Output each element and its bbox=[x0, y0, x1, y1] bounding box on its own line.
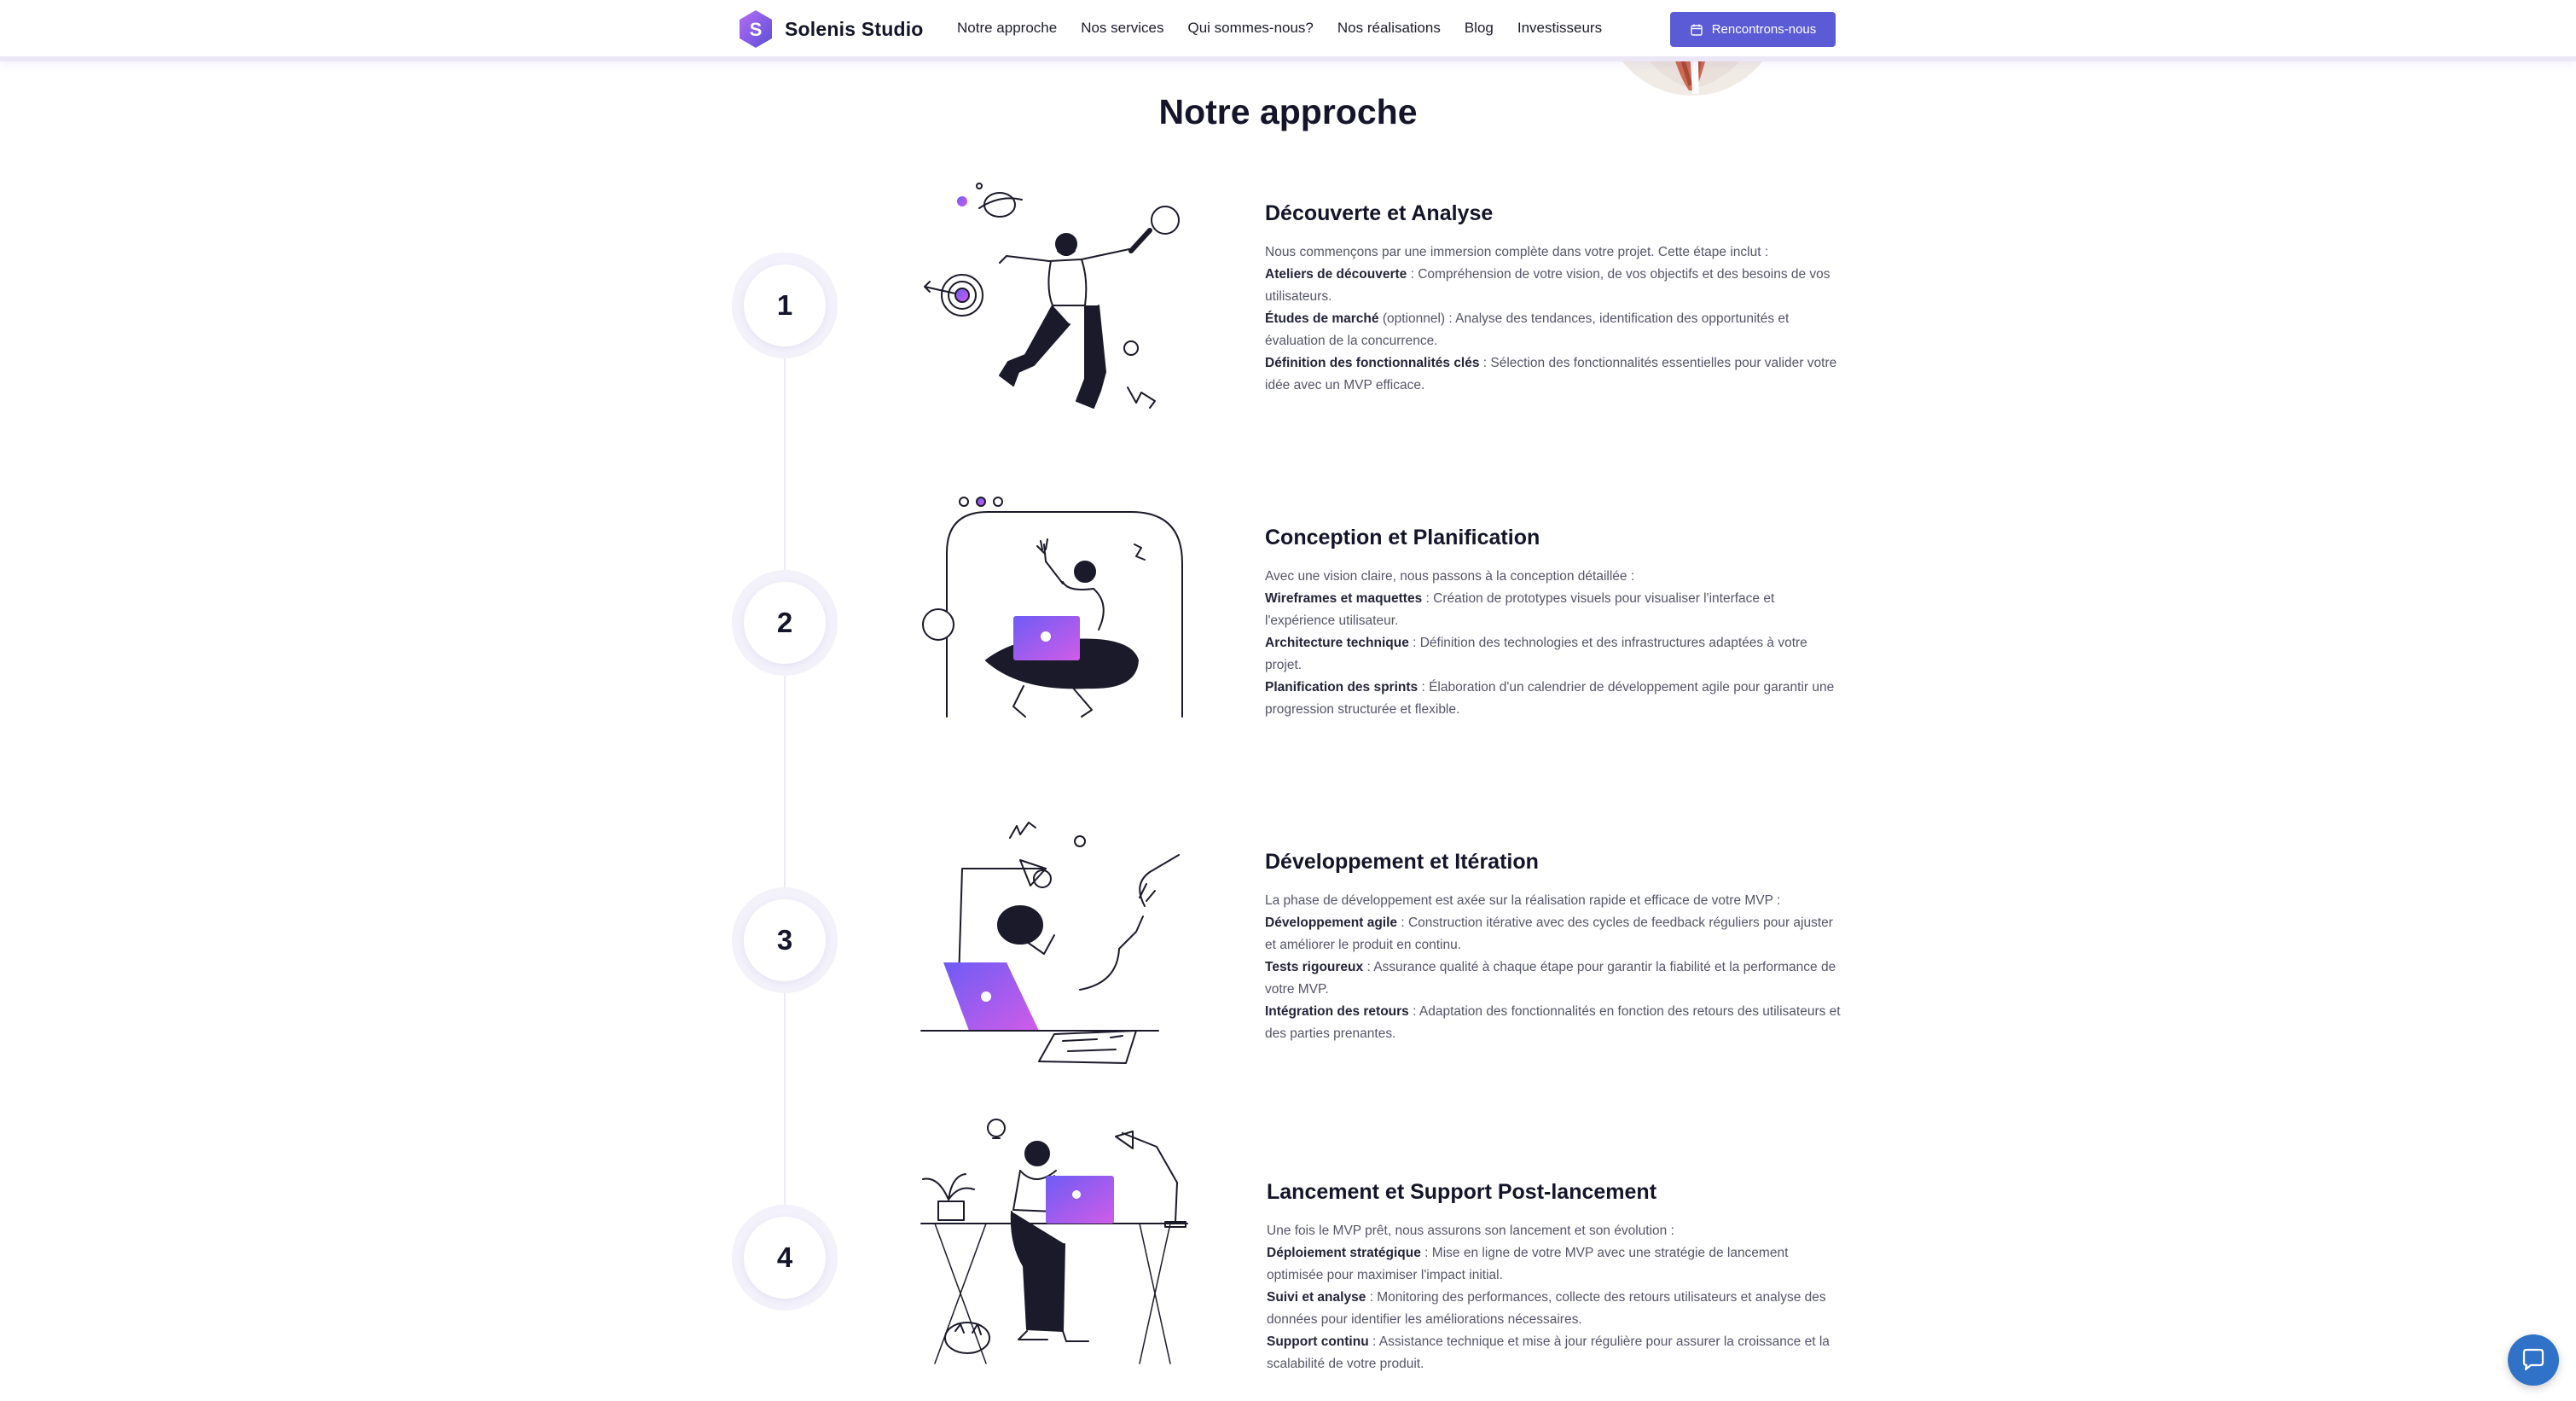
step-item-term: Support continu bbox=[1267, 1334, 1369, 1349]
step-item-term: Définition des fonctionnalités clés bbox=[1265, 356, 1480, 370]
step-number: 2 bbox=[744, 582, 826, 664]
step-3-description: La phase de développement est axée sur l… bbox=[1265, 890, 1845, 1045]
step-item: Intégration des retours : Adaptation des… bbox=[1265, 1001, 1845, 1045]
calendar-icon bbox=[1691, 24, 1703, 36]
nav-link-qui-sommes-nous[interactable]: Qui sommes-nous? bbox=[1188, 20, 1314, 37]
step-item-term: Architecture technique bbox=[1265, 636, 1409, 650]
logo-mark-letter: S bbox=[750, 19, 763, 40]
illustration-discovery bbox=[924, 183, 1180, 409]
timeline-line bbox=[784, 358, 786, 1280]
step-2-title: Conception et Planification bbox=[1265, 526, 1540, 549]
step-item-term: Déploiement stratégique bbox=[1267, 1246, 1421, 1260]
nav-link-investisseurs[interactable]: Investisseurs bbox=[1517, 20, 1602, 37]
step-item-term: Ateliers de découverte bbox=[1265, 267, 1407, 282]
step-item: Tests rigoureux : Assurance qualité à ch… bbox=[1265, 956, 1845, 1001]
step-item-separator: : bbox=[1422, 591, 1434, 606]
step-item-separator: (optionnel) : bbox=[1378, 311, 1456, 326]
step-item-term: Intégration des retours bbox=[1265, 1004, 1409, 1019]
step-item-separator: : bbox=[1407, 267, 1419, 282]
illustration-development bbox=[920, 822, 1180, 1064]
nav-link-blog[interactable]: Blog bbox=[1465, 20, 1494, 37]
step-item-separator: : bbox=[1479, 356, 1491, 370]
step-4-title: Lancement et Support Post-lancement bbox=[1267, 1180, 1657, 1204]
step-intro: Une fois le MVP prêt, nous assurons son … bbox=[1267, 1224, 1674, 1238]
step-item: Développement agile : Construction itéra… bbox=[1265, 912, 1845, 956]
step-item-term: Tests rigoureux bbox=[1265, 960, 1364, 974]
step-item-term: Développement agile bbox=[1265, 916, 1398, 930]
rencontrons-nous-button[interactable]: Rencontrons-nous bbox=[1670, 12, 1836, 47]
chat-widget-button[interactable] bbox=[2508, 1334, 2559, 1386]
nav-link-nos-services[interactable]: Nos services bbox=[1081, 20, 1163, 37]
step-3-title: Développement et Itération bbox=[1265, 850, 1539, 874]
step-1-title: Découverte et Analyse bbox=[1265, 201, 1494, 225]
step-item-separator: : bbox=[1368, 1334, 1379, 1349]
step-item: Planification des sprints : Élaboration … bbox=[1265, 677, 1845, 721]
step-marker-4: 4 bbox=[732, 1205, 838, 1311]
step-1-description: Nous commençons par une immersion complè… bbox=[1265, 241, 1845, 397]
step-item-term: Suivi et analyse bbox=[1267, 1290, 1366, 1305]
step-item: Architecture technique : Définition des … bbox=[1265, 632, 1845, 677]
nav-link-notre-approche[interactable]: Notre approche bbox=[957, 20, 1057, 37]
step-item: Études de marché (optionnel) : Analyse d… bbox=[1265, 308, 1845, 352]
step-2-description: Avec une vision claire, nous passons à l… bbox=[1265, 566, 1845, 721]
section-title: Notre approche bbox=[1158, 92, 1418, 131]
step-item: Définition des fonctionnalités clés : Sé… bbox=[1265, 352, 1845, 397]
step-item-term: Wireframes et maquettes bbox=[1265, 591, 1423, 606]
logo-mark-icon: S bbox=[740, 10, 772, 48]
illustration-launch bbox=[920, 1119, 1188, 1364]
brand-name: Solenis Studio bbox=[785, 17, 924, 40]
step-number: 4 bbox=[744, 1217, 826, 1299]
step-item-separator: : bbox=[1366, 1290, 1378, 1305]
step-marker-3: 3 bbox=[732, 887, 838, 993]
cta-label: Rencontrons-nous bbox=[1711, 22, 1817, 37]
step-item: Wireframes et maquettes : Création de pr… bbox=[1265, 588, 1845, 632]
step-item: Suivi et analyse : Monitoring des perfor… bbox=[1267, 1287, 1847, 1331]
step-intro: Nous commençons par une immersion complè… bbox=[1265, 245, 1769, 259]
step-item-term: Planification des sprints bbox=[1265, 680, 1419, 695]
step-item-separator: : bbox=[1408, 636, 1420, 650]
main-nav: Notre approche Nos services Qui sommes-n… bbox=[957, 0, 1602, 56]
step-marker-1: 1 bbox=[732, 253, 838, 358]
step-item-term: Études de marché bbox=[1265, 311, 1379, 326]
step-item-separator: : bbox=[1418, 680, 1430, 695]
step-item-separator: : bbox=[1397, 916, 1408, 930]
step-item: Ateliers de découverte : Compréhension d… bbox=[1265, 264, 1845, 308]
step-item: Déploiement stratégique : Mise en ligne … bbox=[1267, 1242, 1847, 1287]
top-navigation-bar: S Solenis Studio Notre approche Nos serv… bbox=[0, 0, 2576, 61]
brand-logo[interactable]: S Solenis Studio bbox=[735, 9, 924, 49]
step-item: Support continu : Assistance technique e… bbox=[1267, 1331, 1847, 1375]
step-4-description: Une fois le MVP prêt, nous assurons son … bbox=[1267, 1220, 1847, 1375]
step-item-separator: : bbox=[1420, 1246, 1432, 1260]
step-number: 3 bbox=[744, 899, 826, 981]
step-number: 1 bbox=[744, 265, 826, 346]
chat-bubble-icon bbox=[2522, 1348, 2544, 1371]
nav-link-nos-realisations[interactable]: Nos réalisations bbox=[1337, 20, 1441, 37]
illustration-design bbox=[922, 497, 1183, 718]
step-item-separator: : bbox=[1408, 1004, 1419, 1019]
step-item-separator: : bbox=[1363, 960, 1374, 974]
step-marker-2: 2 bbox=[732, 570, 838, 676]
step-intro: Avec une vision claire, nous passons à l… bbox=[1265, 569, 1635, 584]
step-intro: La phase de développement est axée sur l… bbox=[1265, 893, 1781, 908]
